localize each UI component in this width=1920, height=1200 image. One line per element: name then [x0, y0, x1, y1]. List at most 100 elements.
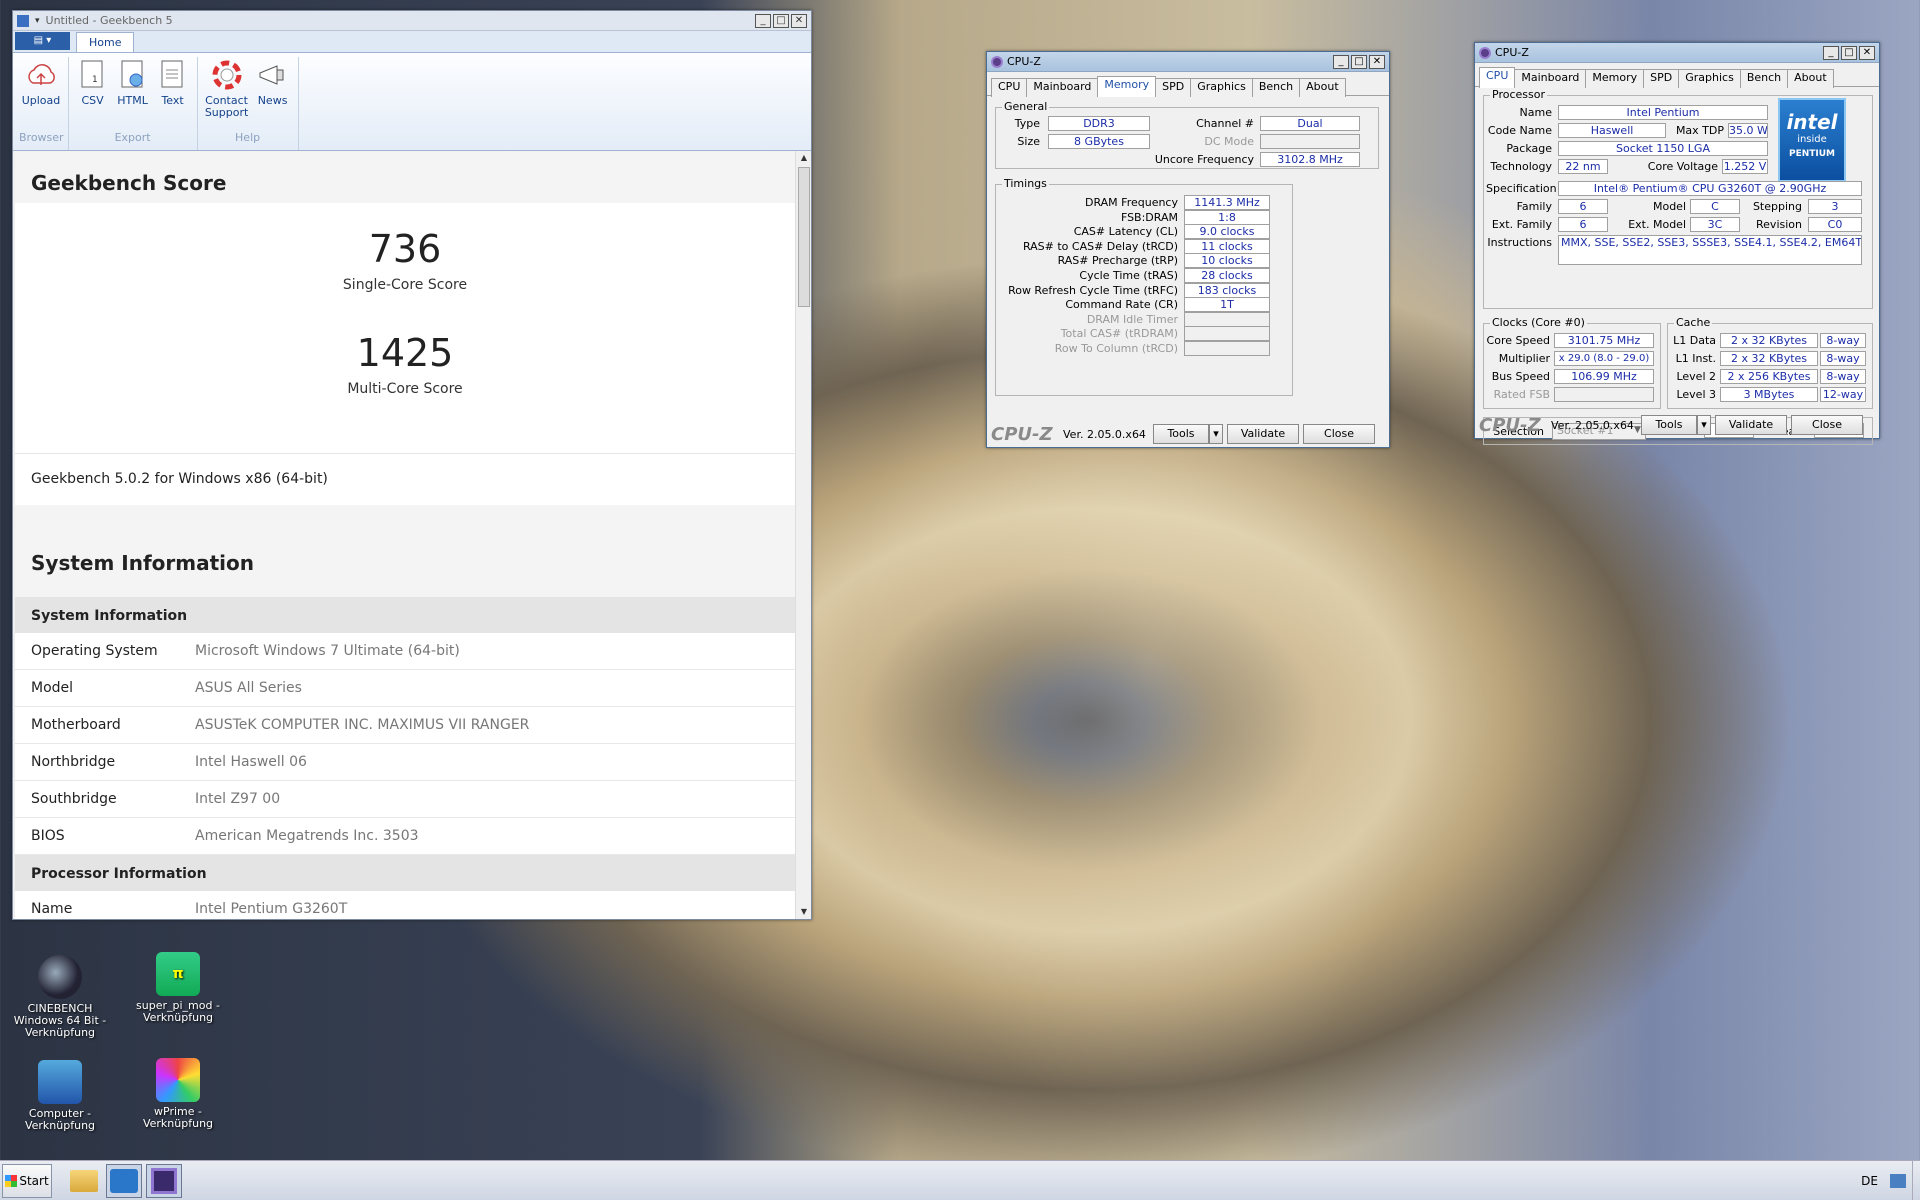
- desktop-icon-computer[interactable]: Computer - Verknüpfung: [10, 1060, 110, 1132]
- cpuz-app-icon: [1479, 46, 1491, 59]
- close-app-button[interactable]: Close: [1791, 415, 1863, 435]
- tab-spd[interactable]: SPD: [1643, 69, 1680, 88]
- title-bar[interactable]: CPU-Z _ □ ✕: [987, 52, 1389, 72]
- app-menu-button[interactable]: ▤ ▾: [15, 32, 70, 50]
- bus-speed-value: 106.99 MHz: [1554, 369, 1654, 384]
- score-panel: 736 Single-Core Score 1425 Multi-Core Sc…: [15, 203, 795, 453]
- maximize-button[interactable]: □: [1351, 54, 1367, 69]
- wprime-icon: [156, 1058, 200, 1102]
- tab-memory[interactable]: Memory: [1097, 76, 1157, 97]
- text-label: Text: [161, 94, 184, 107]
- taskbar-geekbench[interactable]: [106, 1163, 142, 1198]
- tab-cpu[interactable]: CPU: [1479, 67, 1516, 88]
- results-view: Geekbench Score 736 Single-Core Score 14…: [15, 151, 795, 919]
- type-value: DDR3: [1048, 116, 1150, 131]
- desktop-icon-wprime[interactable]: wPrime - Verknüpfung: [128, 1058, 228, 1130]
- multi-core-score: 1425: [356, 331, 454, 375]
- csv-button[interactable]: 1 CSV: [73, 57, 113, 131]
- tab-graphics[interactable]: Graphics: [1678, 69, 1741, 88]
- minimize-button[interactable]: _: [1823, 45, 1839, 60]
- ext-family-value: 6: [1558, 217, 1608, 232]
- close-button[interactable]: ✕: [1369, 54, 1385, 69]
- contact-support-button[interactable]: Contact Support: [202, 57, 252, 131]
- scroll-up-icon[interactable]: ▲: [796, 151, 812, 165]
- group-legend: Timings: [1002, 177, 1049, 190]
- tab-bench[interactable]: Bench: [1251, 78, 1301, 97]
- title-bar[interactable]: ▾ Untitled - Geekbench 5 _ □ ✕: [13, 11, 811, 31]
- tab-memory[interactable]: Memory: [1585, 69, 1645, 88]
- timing-label: Command Rate (CR): [1065, 298, 1178, 312]
- tab-bench[interactable]: Bench: [1739, 69, 1789, 88]
- minimize-button[interactable]: _: [755, 13, 771, 28]
- row-value: Intel Pentium G3260T: [195, 901, 348, 917]
- news-button[interactable]: News: [252, 57, 294, 131]
- timing-value: 28 clocks: [1184, 268, 1270, 283]
- megaphone-icon: [257, 59, 289, 91]
- tab-about[interactable]: About: [1299, 78, 1346, 97]
- row-value: ASUSTeK COMPUTER INC. MAXIMUS VII RANGER: [195, 717, 530, 733]
- taskbar-cpuz[interactable]: [146, 1163, 182, 1198]
- timing-value: 9.0 clocks: [1184, 224, 1270, 240]
- scroll-down-icon[interactable]: ▼: [796, 905, 812, 919]
- close-button[interactable]: ✕: [791, 13, 807, 28]
- network-icon[interactable]: [1890, 1173, 1906, 1188]
- stepping-label: Stepping: [1752, 200, 1802, 213]
- tools-dropdown-icon[interactable]: ▾: [1209, 424, 1223, 444]
- ribbon-tabs: ▤ ▾ Home: [13, 31, 811, 53]
- quick-access-icon[interactable]: ▾: [35, 16, 40, 26]
- close-app-button[interactable]: Close: [1303, 424, 1375, 444]
- tab-mainboard[interactable]: Mainboard: [1026, 78, 1099, 97]
- tab-mainboard[interactable]: Mainboard: [1514, 69, 1587, 88]
- processor-group: Processor Name Intel Pentium Code Name H…: [1483, 88, 1873, 309]
- validate-button[interactable]: Validate: [1715, 415, 1787, 435]
- timing-label: DRAM Idle Timer: [1086, 312, 1178, 326]
- language-indicator[interactable]: DE: [1861, 1174, 1878, 1188]
- cpuz-tabs: CPU Mainboard Memory SPD Graphics Bench About: [1475, 63, 1879, 88]
- taskbar-explorer[interactable]: [66, 1164, 102, 1198]
- start-button[interactable]: Start: [2, 1163, 52, 1198]
- group-label: Browser: [19, 131, 64, 144]
- tools-button[interactable]: Tools: [1641, 415, 1697, 435]
- row-value: Intel Haswell 06: [195, 754, 307, 770]
- tools-button[interactable]: Tools: [1153, 424, 1209, 444]
- title-bar[interactable]: CPU-Z _ □ ✕: [1475, 43, 1879, 63]
- timings-group: Timings DRAM Frequency 1141.3 MHz FSB:DRAM…: [995, 177, 1293, 396]
- minimize-button[interactable]: _: [1333, 54, 1349, 69]
- tab-spd[interactable]: SPD: [1155, 78, 1192, 97]
- validate-button[interactable]: Validate: [1227, 424, 1299, 444]
- row-key: Operating System: [31, 643, 158, 659]
- level2-value: 2 x 256 KBytes: [1720, 369, 1818, 384]
- scroll-thumb[interactable]: [798, 167, 810, 307]
- show-desktop-button[interactable]: [1912, 1160, 1920, 1200]
- geekbench-window: ▾ Untitled - Geekbench 5 _ □ ✕ ▤ ▾ Home …: [12, 10, 812, 920]
- vertical-scrollbar[interactable]: ▲ ▼: [795, 151, 811, 919]
- tools-dropdown-icon[interactable]: ▾: [1697, 415, 1711, 435]
- l1-inst-value: 2 x 32 KBytes: [1720, 351, 1818, 366]
- desktop-icon-cinebench[interactable]: CINEBENCH Windows 64 Bit - Verknüpfung: [10, 955, 110, 1039]
- tab-about[interactable]: About: [1787, 69, 1834, 88]
- timing-value: 183 clocks: [1184, 282, 1270, 298]
- tab-cpu[interactable]: CPU: [991, 78, 1028, 97]
- ribbon: Upload Browser 1 CSV HTML Text Export Co…: [13, 53, 811, 151]
- family-value: 6: [1558, 199, 1608, 214]
- text-button[interactable]: Text: [153, 57, 193, 131]
- upload-button[interactable]: Upload: [19, 57, 63, 131]
- multiplier-label: Multiplier: [1498, 352, 1550, 365]
- tab-home[interactable]: Home: [76, 32, 135, 52]
- window-title: Untitled - Geekbench 5: [45, 14, 173, 27]
- general-group: General Type DDR3 Size 8 GBytes Channel …: [995, 100, 1379, 169]
- close-button[interactable]: ✕: [1859, 45, 1875, 60]
- instructions-label: Instructions: [1487, 236, 1552, 249]
- revision-label: Revision: [1756, 218, 1802, 231]
- maximize-button[interactable]: □: [773, 13, 789, 28]
- tab-graphics[interactable]: Graphics: [1190, 78, 1253, 97]
- processor-info-table: Name Intel Pentium G3260T: [15, 891, 795, 919]
- maximize-button[interactable]: □: [1841, 45, 1857, 60]
- name-value: Intel Pentium: [1558, 105, 1768, 120]
- html-button[interactable]: HTML: [113, 57, 153, 131]
- multiplier-value: x 29.0 (8.0 - 29.0): [1554, 351, 1654, 366]
- size-value: 8 GBytes: [1048, 134, 1150, 149]
- desktop-icon-superpi[interactable]: π super_pi_mod - Verknüpfung: [128, 952, 228, 1024]
- core-voltage-value: 1.252 V: [1722, 159, 1768, 174]
- timing-label: Total CAS# (tRDRAM): [1060, 327, 1178, 341]
